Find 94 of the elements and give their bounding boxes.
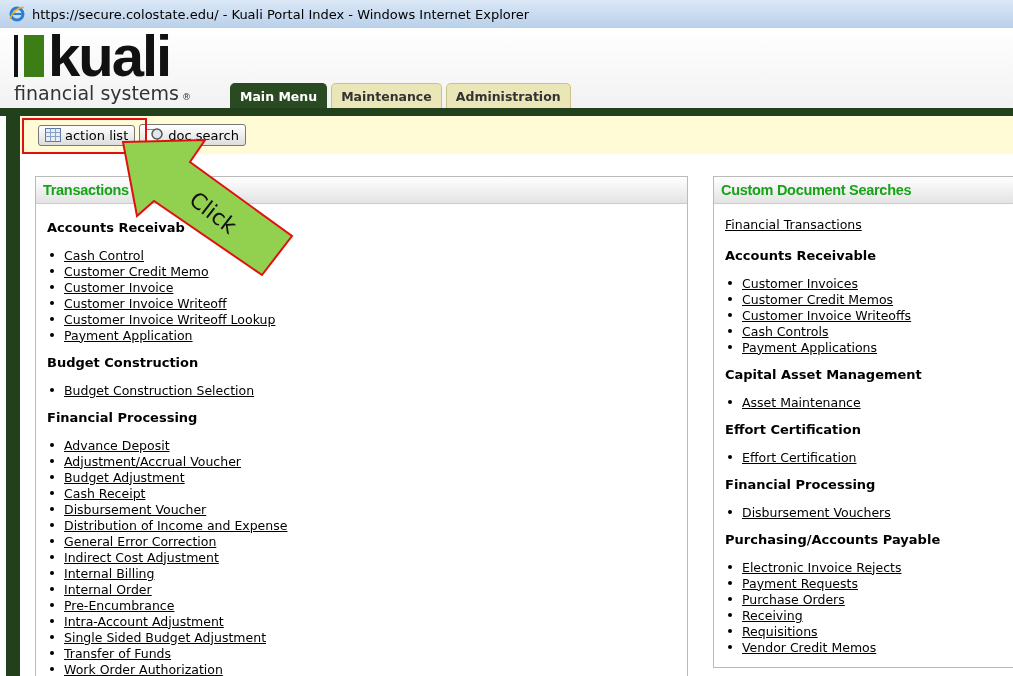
menu-link[interactable]: Payment Requests <box>742 575 858 591</box>
bullet-icon <box>728 597 732 601</box>
menu-link[interactable]: Cash Controls <box>742 323 829 339</box>
bullet-icon <box>50 507 54 511</box>
menu-link[interactable]: Single Sided Budget Adjustment <box>64 629 267 645</box>
bullet-icon <box>50 523 54 527</box>
bullet-icon <box>50 285 54 289</box>
bullet-icon <box>50 539 54 543</box>
nav-tab[interactable]: Maintenance <box>331 83 442 108</box>
bullet-icon <box>728 613 732 617</box>
bullet-icon <box>728 510 732 514</box>
panel-title: Custom Document Searches <box>721 182 912 198</box>
menu-link[interactable]: Internal Order <box>64 581 152 597</box>
menu-link[interactable]: Customer Invoice Writeoff Lookup <box>64 311 276 327</box>
bullet-icon <box>50 635 54 639</box>
bullet-icon <box>50 253 54 257</box>
section-heading: Purchasing/Accounts Payable <box>725 532 941 547</box>
bullet-icon <box>50 603 54 607</box>
menu-link[interactable]: Transfer of Funds <box>64 645 172 661</box>
menu-link[interactable]: Payment Applications <box>742 339 878 355</box>
section-heading: Capital Asset Management <box>725 367 922 382</box>
browser-icon <box>8 5 26 23</box>
menu-link[interactable]: General Error Correction <box>64 533 217 549</box>
logo-tagline: financial systems <box>14 82 179 104</box>
menu-link[interactable]: Advance Deposit <box>64 437 170 453</box>
menu-link[interactable]: Asset Maintenance <box>742 394 861 410</box>
menu-link[interactable]: Customer Credit Memo <box>64 263 209 279</box>
table-icon <box>45 128 61 142</box>
bullet-icon <box>728 645 732 649</box>
menu-link[interactable]: Payment Application <box>64 327 193 343</box>
menu-link[interactable]: Customer Credit Memos <box>742 291 894 307</box>
bullet-icon <box>728 297 732 301</box>
menu-link[interactable]: Cash Control <box>64 247 144 263</box>
bullet-icon <box>50 388 54 392</box>
bullet-icon <box>728 281 732 285</box>
bullet-icon <box>728 581 732 585</box>
menu-link[interactable]: Adjustment/Accrual Voucher <box>64 453 241 469</box>
section-heading: Accounts Receivab <box>47 220 185 235</box>
bullet-icon <box>50 555 54 559</box>
menu-link[interactable]: Disbursement Vouchers <box>742 504 891 520</box>
section-heading: Budget Construction <box>47 355 199 370</box>
nav-tab[interactable]: Main Menu <box>230 83 328 108</box>
bullet-icon <box>50 667 54 671</box>
menu-link[interactable]: Vendor Credit Memos <box>742 639 877 655</box>
menu-link[interactable]: Customer Invoice Writeoffs <box>742 307 912 323</box>
menu-link[interactable]: Budget Construction Selection <box>64 382 255 398</box>
bullet-icon <box>50 333 54 337</box>
section-heading: Accounts Receivable <box>725 248 877 263</box>
menu-link[interactable]: Intra-Account Adjustment <box>64 613 224 629</box>
menu-link[interactable]: Requisitions <box>742 623 818 639</box>
menu-link[interactable]: Financial Transactions <box>725 217 862 232</box>
bullet-icon <box>50 459 54 463</box>
bullet-icon <box>728 329 732 333</box>
menu-link[interactable]: Customer Invoices <box>742 275 858 291</box>
menu-link[interactable]: Customer Invoice <box>64 279 174 295</box>
menu-link[interactable]: Cash Receipt <box>64 485 146 501</box>
panel-title: Transactions <box>43 182 129 198</box>
menu-link[interactable]: Purchase Orders <box>742 591 845 607</box>
logo-mark-icon <box>14 33 44 79</box>
bullet-icon <box>50 587 54 591</box>
menu-link[interactable]: Distribution of Income and Expense <box>64 517 288 533</box>
section-heading: Financial Processing <box>725 477 876 492</box>
bullet-icon <box>50 317 54 321</box>
bullet-icon <box>50 301 54 305</box>
bullet-icon <box>50 619 54 623</box>
logo-wordmark: kuali <box>48 30 171 82</box>
bullet-icon <box>50 269 54 273</box>
bullet-icon <box>728 565 732 569</box>
menu-link[interactable]: Effort Certification <box>742 449 857 465</box>
bullet-icon <box>728 313 732 317</box>
menu-link[interactable]: Internal Billing <box>64 565 155 581</box>
bullet-icon <box>728 455 732 459</box>
menu-link[interactable]: Disbursement Voucher <box>64 501 207 517</box>
menu-link[interactable]: Budget Adjustment <box>64 469 185 485</box>
bullet-icon <box>50 443 54 447</box>
bullet-icon <box>50 651 54 655</box>
bullet-icon <box>50 491 54 495</box>
toolbar-button[interactable]: action list <box>38 124 136 146</box>
bullet-icon <box>50 475 54 479</box>
registered-mark: ® <box>182 92 191 102</box>
menu-link[interactable]: Work Order Authorization <box>64 661 223 676</box>
section-heading: Financial Processing <box>47 410 198 425</box>
bullet-icon <box>50 571 54 575</box>
bullet-icon <box>728 629 732 633</box>
section-heading: Effort Certification <box>725 422 861 437</box>
menu-link[interactable]: Pre-Encumbrance <box>64 597 175 613</box>
window-title: https://secure.colostate.edu/ - Kuali Portal Index - Windows Internet Explorer <box>32 6 530 22</box>
menu-link[interactable]: Indirect Cost Adjustment <box>64 549 219 565</box>
menu-link[interactable]: Electronic Invoice Rejects <box>742 559 902 575</box>
bullet-icon <box>728 345 732 349</box>
menu-link[interactable]: Receiving <box>742 607 803 623</box>
nav-tab[interactable]: Administration <box>445 83 571 108</box>
bullet-icon <box>728 400 732 404</box>
menu-link[interactable]: Customer Invoice Writeoff <box>64 295 227 311</box>
